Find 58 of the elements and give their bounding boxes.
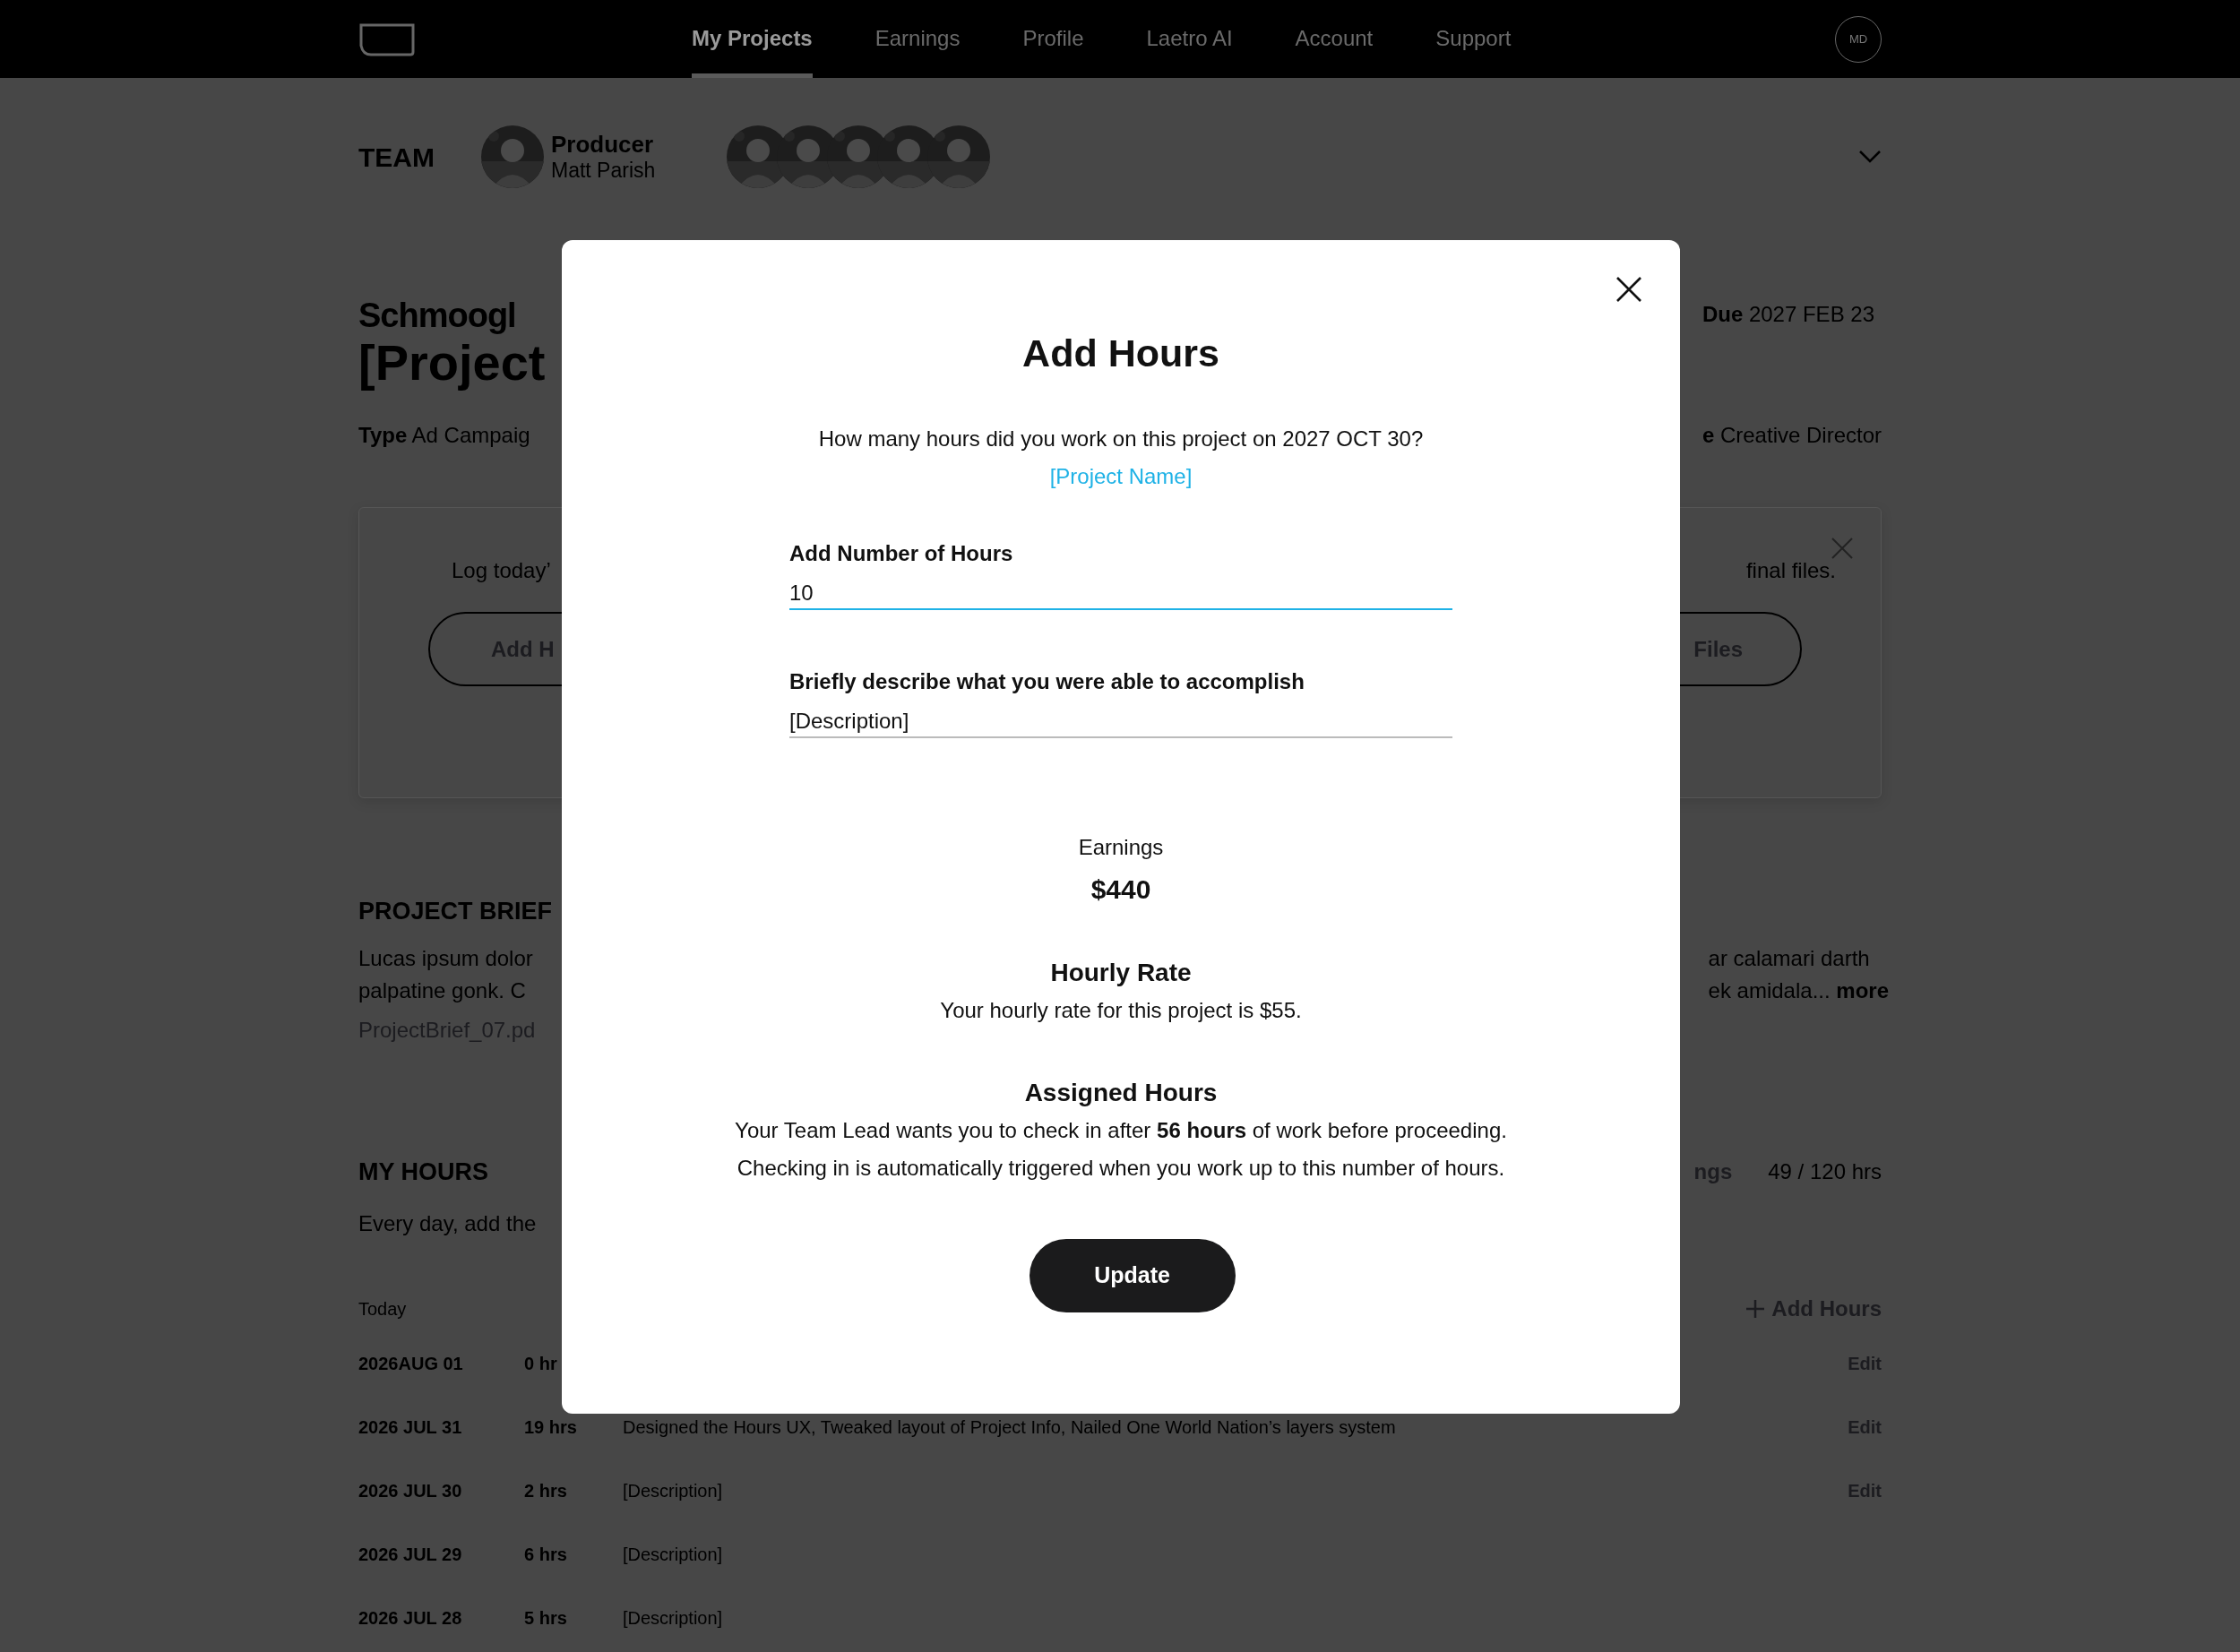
row-description: [Description] [623, 1606, 723, 1630]
project-type: Type Ad Campaig [358, 422, 530, 450]
row-hours: 0 hr [524, 1352, 558, 1375]
earnings-amount: $440 [1090, 873, 1151, 906]
due-date: Due 2027 FEB 23 [1702, 301, 1874, 328]
brief-text: Lucas ipsum dolor [358, 944, 533, 972]
row-hours: 5 hrs [524, 1606, 568, 1630]
nav-tab[interactable]: Laetro AI [1146, 0, 1233, 78]
plus-icon [1746, 1300, 1765, 1319]
project-role: e Creative Director [1702, 422, 1882, 450]
hours-total: 49 / 120 hrs [1768, 1157, 1882, 1185]
producer-role: Producer [551, 131, 655, 159]
close-button[interactable] [1615, 276, 1642, 303]
card-text: Log today’ [452, 557, 551, 585]
chevron-down-icon[interactable] [1858, 150, 1882, 164]
producer-name: Matt Parish [551, 158, 656, 183]
input-field[interactable]: 10 [789, 578, 1452, 610]
modal-title: Add Hours [1022, 331, 1219, 376]
assigned-text: Your Team Lead wants you to check in after 56 hours of work before proceeding. [735, 1117, 1507, 1144]
assigned-text: Checking in is automatically triggered when you work up to this number of hours. [737, 1155, 1505, 1182]
earnings-label: Earnings [1078, 834, 1164, 860]
update-button[interactable]: Update [1029, 1239, 1236, 1312]
logo-icon[interactable] [358, 22, 416, 56]
project-link[interactable]: [Project Name] [1049, 463, 1193, 489]
project-title: [Project [358, 334, 546, 392]
brief-text: ek amidala... more [1708, 977, 1889, 1004]
row-hours: 6 hrs [524, 1543, 568, 1566]
nav-tab[interactable]: My Projects [692, 0, 813, 78]
row-date: 2026 JUL 31 [358, 1415, 463, 1439]
nav-tab[interactable]: Earnings [874, 0, 961, 78]
nav-tab[interactable]: Support [1435, 0, 1512, 78]
field-label: Add Number of Hours [789, 540, 1014, 566]
row-date: 2026AUG 01 [358, 1352, 464, 1375]
row-hours: 19 hrs [524, 1415, 578, 1439]
client-name: Schmoogl [358, 298, 516, 332]
row-description: [Description] [623, 1479, 723, 1502]
row-description: [Description] [623, 1543, 723, 1566]
field-label: Briefly describe what you were able to accomplish [789, 668, 1305, 694]
row-description: Designed the Hours UX, Tweaked layout of Project Info, Nailed One World Nation’s layers system [623, 1415, 1396, 1439]
intro-text: Every day, add the [358, 1210, 537, 1238]
row-date: 2026 JUL 29 [358, 1543, 463, 1566]
section-heading: Assigned Hours [1024, 1078, 1218, 1108]
brief-text: ar calamari darth [1708, 944, 1871, 972]
section-heading: MY HOURS [358, 1157, 489, 1187]
input-field[interactable]: [Description] [789, 706, 1452, 738]
row-hours: 2 hrs [524, 1479, 568, 1502]
row-date: 2026 JUL 28 [358, 1606, 463, 1630]
team-heading: TEAM [358, 141, 435, 174]
rate-text: Your hourly rate for this project is $55. [940, 997, 1302, 1023]
question-text: How many hours did you work on this project on 2027 OCT 30? [818, 426, 1424, 452]
row-date: 2026 JUL 30 [358, 1479, 463, 1502]
nav-tab[interactable]: Profile [1022, 0, 1084, 78]
today-label: Today [358, 1298, 407, 1321]
nav-tab[interactable]: Account [1295, 0, 1374, 78]
section-heading: Hourly Rate [1050, 958, 1192, 988]
section-heading: PROJECT BRIEF [358, 897, 553, 927]
brief-text: palpatine gonk. C [358, 977, 527, 1004]
card-text: final files. [1745, 557, 1836, 585]
